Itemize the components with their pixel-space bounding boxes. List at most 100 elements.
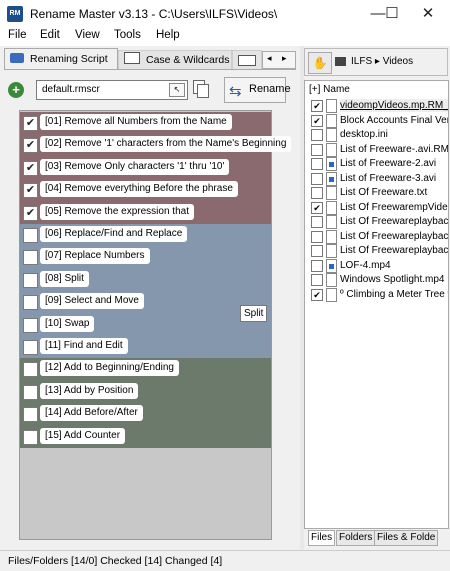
file-checkbox[interactable] [311, 158, 323, 170]
rule-checkbox[interactable]: ✔ [23, 160, 38, 176]
tab-files-folders[interactable]: Files & Folde [374, 530, 439, 546]
file-name[interactable]: List of Freeware-.avi.RM_ [340, 143, 448, 156]
tab-folders[interactable]: Folders [336, 530, 376, 546]
rule-label[interactable]: [08] Split [40, 270, 89, 287]
file-checkbox[interactable]: ✔ [311, 100, 323, 112]
rule-label[interactable]: [06] Replace/Find and Replace [40, 226, 188, 242]
rule-row[interactable]: ✔ [04] Remove everything Before the phras… [20, 179, 271, 202]
rule-row[interactable]: [11] Find and Edit [20, 336, 271, 359]
rule-row[interactable]: [06] Replace/Find and Replace [20, 224, 271, 247]
rule-row[interactable]: [15] Add Counter [20, 425, 271, 448]
tab-case-wildcards[interactable]: Case & Wildcards [118, 50, 232, 69]
file-row[interactable]: ✔ º Climbing a Meter Tree w [309, 287, 448, 303]
rule-row[interactable]: ✔ [05] Remove the expression that [20, 201, 271, 224]
file-checkbox[interactable] [311, 129, 323, 141]
name-column-header[interactable]: [+] Name [309, 84, 350, 95]
menu-edit[interactable]: Edit [40, 29, 60, 41]
rule-row[interactable]: ✔ [03] Remove Only characters '1' thru '1… [20, 156, 271, 180]
rule-label[interactable]: [13] Add by Position [40, 382, 139, 399]
rule-label[interactable]: [02] Remove '1' characters from the Name… [40, 136, 292, 153]
breadcrumb-folder[interactable]: ILFS [351, 56, 372, 67]
rule-label[interactable]: [15] Add Counter [40, 427, 126, 444]
file-name[interactable]: List Of Freewareplayback [340, 215, 448, 228]
rule-label[interactable]: [07] Replace Numbers [40, 248, 150, 265]
rule-checkbox[interactable] [23, 340, 38, 355]
hand-icon[interactable]: ✋ [308, 52, 332, 74]
file-checkbox[interactable] [311, 172, 323, 185]
rule-checkbox[interactable] [23, 272, 38, 288]
rule-row[interactable]: [14] Add Before/After [20, 403, 271, 426]
rule-row[interactable]: [12] Add to Beginning/Ending [20, 358, 271, 381]
rule-row[interactable]: ✔ [01] Remove all Numbers from the Name [20, 112, 271, 135]
rule-checkbox[interactable] [23, 362, 38, 378]
menu-view[interactable]: View [75, 29, 100, 41]
rule-label[interactable]: [05] Remove the expression that [40, 203, 194, 220]
file-row[interactable]: List Of Freeware.txt [309, 186, 448, 201]
file-checkbox[interactable] [311, 274, 323, 286]
file-name[interactable]: º Climbing a Meter Tree w [340, 288, 448, 301]
file-checkbox[interactable] [311, 230, 323, 243]
file-name[interactable]: List Of Freewareplayback [340, 230, 448, 243]
file-name[interactable]: desktop.ini [340, 128, 388, 141]
maximize-button[interactable]: ☐ [374, 0, 410, 28]
file-name[interactable]: List Of Freewareplayback [340, 244, 448, 257]
rule-checkbox[interactable]: ✔ [23, 116, 38, 131]
rule-checkbox[interactable] [23, 228, 38, 243]
breadcrumb[interactable]: ILFS ▸ Videos [351, 56, 413, 67]
rule-label[interactable]: [12] Add to Beginning/Ending [40, 360, 179, 377]
file-name[interactable]: List of Freeware-3.avi [340, 172, 436, 185]
file-name[interactable]: videompVideos.mp.RM_T [340, 99, 448, 112]
rule-row[interactable]: [09] Select and Move [20, 291, 271, 314]
script-file-field[interactable]: default.rmscr ↖ [36, 80, 188, 100]
rule-label[interactable]: [10] Swap [40, 315, 95, 332]
tab-scroll-left-icon[interactable]: ◂ [267, 53, 272, 64]
file-row[interactable]: List of Freeware-3.avi [309, 171, 448, 187]
rule-row[interactable]: [08] Split [20, 268, 271, 292]
menu-file[interactable]: File [8, 29, 27, 41]
file-row[interactable]: List of Freeware-.avi.RM_ [309, 142, 448, 158]
file-checkbox[interactable] [311, 216, 323, 228]
file-checkbox[interactable] [311, 259, 323, 272]
rule-row[interactable]: [13] Add by Position [20, 380, 271, 404]
rule-label[interactable]: [09] Select and Move [40, 293, 144, 310]
file-name[interactable]: Windows Spotlight.mp4 [340, 273, 445, 286]
rule-checkbox[interactable] [23, 317, 38, 333]
tab-more[interactable] [232, 50, 262, 70]
menu-help[interactable]: Help [156, 29, 180, 41]
file-row[interactable]: ✔ List Of FreewarempVideos [309, 200, 448, 216]
file-name[interactable]: Block Accounts Final Versio [340, 114, 448, 127]
tab-files[interactable]: Files [308, 530, 336, 546]
browse-script-icon[interactable]: ↖ [169, 83, 185, 97]
file-row[interactable]: ✔ videompVideos.mp.RM_T [309, 99, 448, 114]
rule-row[interactable]: ✔ [02] Remove '1' characters from the Nam… [20, 134, 292, 157]
rule-checkbox[interactable] [23, 407, 38, 423]
menu-tools[interactable]: Tools [114, 29, 141, 41]
add-rule-button[interactable]: + [8, 82, 24, 98]
file-row[interactable]: LOF-4.mp4 [309, 258, 448, 274]
rule-row[interactable]: [07] Replace Numbers [20, 246, 271, 269]
file-checkbox[interactable] [311, 245, 323, 257]
file-checkbox[interactable]: ✔ [311, 114, 323, 127]
file-row[interactable]: ✔ Block Accounts Final Versio [309, 113, 448, 129]
file-checkbox[interactable]: ✔ [311, 201, 323, 214]
rule-label[interactable]: [14] Add Before/After [40, 405, 143, 422]
file-checkbox[interactable]: ✔ [311, 288, 323, 301]
rule-label[interactable]: [04] Remove everything Before the phrase [40, 181, 238, 198]
rule-checkbox[interactable] [23, 429, 38, 445]
rule-checkbox[interactable] [23, 384, 38, 400]
file-row[interactable]: desktop.ini [309, 128, 448, 143]
file-checkbox[interactable] [311, 187, 323, 199]
file-row[interactable]: List Of Freewareplayback [309, 215, 448, 230]
copy-icon[interactable] [193, 80, 209, 98]
rule-label[interactable]: [03] Remove Only characters '1' thru '10… [40, 158, 230, 175]
file-row[interactable]: Windows Spotlight.mp4 [309, 273, 448, 288]
file-name[interactable]: List Of FreewarempVideos [340, 201, 448, 214]
tab-scroll-buttons[interactable]: ◂ ▸ [262, 51, 296, 69]
rule-checkbox[interactable] [23, 295, 38, 311]
rule-label[interactable]: [01] Remove all Numbers from the Name [40, 114, 232, 130]
rule-row[interactable]: [10] Swap [20, 313, 271, 336]
close-button[interactable]: ✕ [410, 0, 446, 28]
tab-renaming-script[interactable]: Renaming Script [4, 48, 118, 69]
breadcrumb-subfolder[interactable]: Videos [383, 56, 413, 67]
file-checkbox[interactable] [311, 143, 323, 156]
